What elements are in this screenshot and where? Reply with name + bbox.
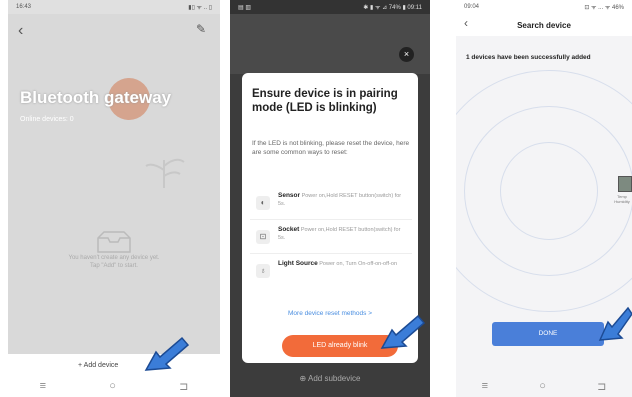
status-bar: 09:04 ⊡ ᯤ ... ᯤ 46% xyxy=(456,0,632,14)
nav-home-icon[interactable]: ○ xyxy=(539,380,546,392)
close-icon[interactable]: × xyxy=(399,47,414,62)
empty-state-text: You haven't create any device yet. Tap "… xyxy=(68,255,160,269)
socket-icon: ⊡ xyxy=(256,230,270,244)
status-bar: ▤ ▥ ✱ ▮ ᯤ ⊿ 74% ▮ 09:11 xyxy=(230,0,430,14)
dialog-title: Ensure device is in pairing mode (LED is… xyxy=(252,88,398,114)
add-subdevice-button[interactable]: ⊕ Add subdevice xyxy=(230,374,430,383)
bluetooth-gateway-screen: 16:43 ▮▯ ᯤ .. ▯ ‹ ✎ Bluetooth gateway On… xyxy=(8,0,220,397)
reset-method-sensor: ◐ Sensor Power on,Hold RESET button(swit… xyxy=(250,189,412,220)
done-button[interactable]: DONE xyxy=(492,322,604,346)
page-title: Bluetooth gateway xyxy=(20,88,172,107)
found-device-icon[interactable] xyxy=(618,176,632,192)
nav-menu-icon[interactable]: ≡ xyxy=(40,380,46,392)
add-device-button[interactable]: + Add device xyxy=(78,362,118,369)
reset-method-light-source: ♁ Light Source Power on, Turn On-off-on-… xyxy=(250,257,412,287)
pointer-arrow-icon xyxy=(144,336,190,371)
sensor-icon: ◐ xyxy=(256,196,270,210)
reset-method-socket: ⊡ Socket Power on,Hold RESET button(swit… xyxy=(250,223,412,254)
nav-menu-icon[interactable]: ≡ xyxy=(482,380,488,392)
background-image xyxy=(230,14,430,74)
nav-home-icon[interactable]: ○ xyxy=(109,380,116,392)
page-title: Search device xyxy=(517,21,571,30)
light-bulb-icon: ♁ xyxy=(256,264,270,278)
status-icons: ⊡ ᯤ ... ᯤ 46% xyxy=(584,5,624,11)
method-name: Light Source xyxy=(278,260,318,267)
status-icons: ▮▯ ᯤ .. ▯ xyxy=(188,5,212,11)
pointer-arrow-icon xyxy=(598,306,632,341)
method-description: Power on, Turn On-off-on-off-on xyxy=(319,261,398,267)
success-message: 1 devices have been successfully added xyxy=(466,54,591,61)
online-devices-count: Online devices: 0 xyxy=(20,116,74,123)
nav-back-icon[interactable]: ⊐ xyxy=(597,380,606,393)
dialog-body: If the LED is not blinking, please reset… xyxy=(252,140,410,156)
edit-pencil-icon[interactable]: ✎ xyxy=(196,22,206,36)
status-bar: 16:43 ▮▯ ᯤ .. ▯ xyxy=(8,0,220,14)
system-nav-bar: ≡ ○ ⊐ xyxy=(456,375,632,397)
method-name: Socket xyxy=(278,226,300,233)
search-device-screen: 09:04 ⊡ ᯤ ... ᯤ 46% ‹ Search device 1 de… xyxy=(456,0,632,397)
status-left-icons: ▤ ▥ xyxy=(238,4,252,11)
nav-back-icon[interactable]: ⊐ xyxy=(179,380,188,393)
plant-decoration-icon xyxy=(145,158,185,188)
status-time: 16:43 xyxy=(16,4,32,10)
pairing-mode-screen: ▤ ▥ ✱ ▮ ᯤ ⊿ 74% ▮ 09:11 × Ensure device … xyxy=(230,0,430,397)
status-right-icons: ✱ ▮ ᯤ ⊿ 74% ▮ 09:11 xyxy=(363,5,422,11)
status-time: 09:04 xyxy=(464,4,480,10)
pointer-arrow-icon xyxy=(380,314,426,349)
empty-box-icon xyxy=(97,231,131,253)
radar-ring-inner xyxy=(500,142,598,240)
found-device-label: Temp Humidity xyxy=(614,194,630,204)
back-chevron-icon[interactable]: ‹ xyxy=(18,22,23,40)
system-nav-bar: ≡ ○ ⊐ xyxy=(8,375,220,397)
method-name: Sensor xyxy=(278,192,301,199)
